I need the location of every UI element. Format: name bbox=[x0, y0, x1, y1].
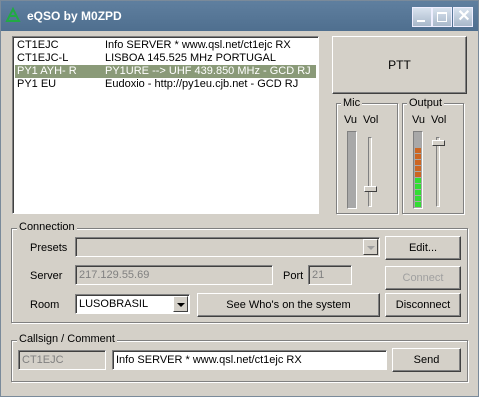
list-item-selected[interactable]: PY1 AYH- R PY1URE --> UHF 439.850 MHz - … bbox=[15, 65, 316, 78]
send-button[interactable]: Send bbox=[392, 348, 461, 372]
see-whos-on-button[interactable]: See Who's on the system bbox=[197, 293, 380, 317]
ptt-button[interactable]: PTT bbox=[332, 36, 467, 94]
user-callsign: CT1EJC-L bbox=[17, 52, 69, 64]
vu-segment bbox=[415, 190, 421, 195]
vu-segment bbox=[415, 178, 421, 183]
list-item[interactable]: PY1 EU Eudoxio - http://py1eu.cjb.net - … bbox=[15, 78, 316, 91]
vu-segment bbox=[415, 202, 421, 207]
user-info: PY1URE --> UHF 439.850 MHz - GCD RJ bbox=[105, 65, 311, 77]
output-title: Output bbox=[407, 97, 445, 109]
mic-vu-meter bbox=[347, 131, 357, 209]
vu-segment bbox=[415, 160, 421, 165]
minimize-icon bbox=[417, 20, 425, 22]
user-callsign: CT1EJC bbox=[17, 39, 59, 51]
user-callsign: PY1 EU bbox=[17, 78, 57, 90]
antenna-icon[interactable] bbox=[5, 6, 21, 23]
output-vu-meter bbox=[413, 131, 423, 209]
mic-title: Mic bbox=[341, 97, 363, 109]
vu-segment bbox=[415, 172, 421, 177]
close-button[interactable]: ✕ bbox=[453, 7, 473, 27]
maximize-button[interactable] bbox=[432, 7, 452, 27]
port-field[interactable]: 21 bbox=[308, 265, 352, 285]
mic-volume-track bbox=[368, 137, 372, 207]
user-info: Eudoxio - http://py1eu.cjb.net - GCD RJ bbox=[105, 78, 299, 90]
callsign-title: Callsign / Comment bbox=[17, 333, 117, 345]
user-callsign: PY1 AYH- R bbox=[17, 65, 77, 77]
vu-segment bbox=[415, 148, 421, 153]
user-info: LISBOA 145.525 MHz PORTUGAL bbox=[105, 52, 276, 64]
output-vol-label: Vol bbox=[431, 114, 447, 126]
comment-field[interactable]: Info SERVER * www.qsl.net/ct1ejc RX bbox=[112, 350, 387, 370]
list-item[interactable]: CT1EJC Info SERVER * www.qsl.net/ct1ejc … bbox=[15, 39, 316, 52]
chevron-down-icon bbox=[173, 296, 188, 312]
connection-title: Connection bbox=[17, 221, 77, 233]
output-vu-label: Vu bbox=[412, 114, 426, 126]
server-field[interactable]: 217.129.55.69 bbox=[75, 265, 273, 285]
server-label: Server bbox=[30, 270, 63, 282]
window-title: eQSO by M0ZPD bbox=[27, 9, 122, 23]
vu-segment bbox=[415, 166, 421, 171]
maximize-icon bbox=[437, 12, 447, 22]
mic-vu-label: Vu bbox=[344, 114, 358, 126]
callsign-field[interactable]: CT1EJC bbox=[18, 350, 106, 370]
port-label: Port bbox=[283, 270, 304, 282]
output-volume-slider[interactable] bbox=[432, 140, 445, 146]
disconnect-button[interactable]: Disconnect bbox=[385, 293, 461, 317]
room-dropdown[interactable]: LUSOBRASIL bbox=[75, 294, 190, 314]
room-value: LUSOBRASIL bbox=[79, 298, 149, 310]
presets-label: Presets bbox=[30, 242, 68, 254]
presets-dropdown[interactable] bbox=[75, 237, 380, 257]
chevron-down-icon bbox=[363, 239, 378, 255]
connect-button[interactable]: Connect bbox=[385, 266, 461, 290]
edit-button[interactable]: Edit... bbox=[385, 236, 461, 260]
users-list[interactable]: CT1EJC Info SERVER * www.qsl.net/ct1ejc … bbox=[12, 36, 319, 214]
mic-volume-slider[interactable] bbox=[364, 186, 377, 192]
close-icon: ✕ bbox=[457, 8, 471, 25]
mic-vol-label: Vol bbox=[363, 114, 379, 126]
minimize-button[interactable] bbox=[412, 7, 432, 27]
user-info: Info SERVER * www.qsl.net/ct1ejc RX bbox=[105, 39, 291, 51]
title-bar[interactable]: eQSO by M0ZPD ✕ bbox=[1, 1, 478, 31]
vu-segment bbox=[415, 196, 421, 201]
output-volume-track bbox=[436, 137, 440, 207]
vu-segment bbox=[415, 184, 421, 189]
room-label: Room bbox=[30, 299, 60, 311]
vu-segment bbox=[415, 154, 421, 159]
list-item[interactable]: CT1EJC-L LISBOA 145.525 MHz PORTUGAL bbox=[15, 52, 316, 65]
